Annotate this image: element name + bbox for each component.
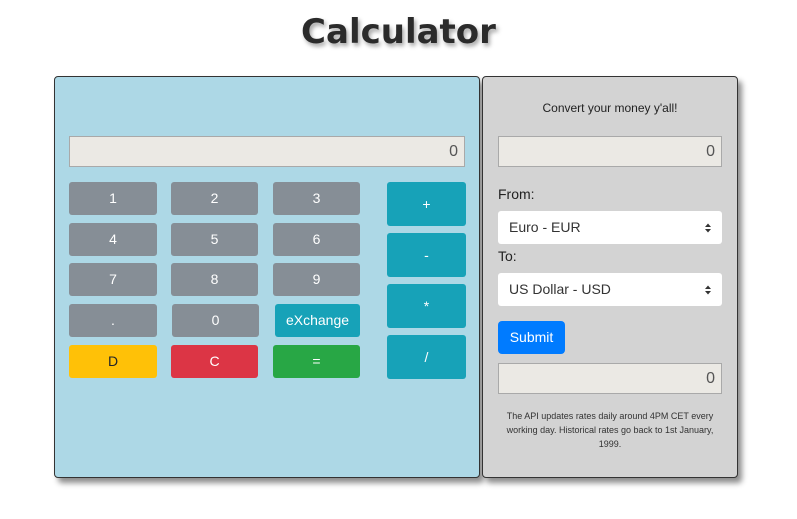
key-0[interactable]: 0 bbox=[172, 304, 259, 337]
calculator-display[interactable]: 0 bbox=[69, 136, 465, 167]
key-6[interactable]: 6 bbox=[273, 223, 360, 256]
amount-input[interactable]: 0 bbox=[498, 136, 722, 167]
equals-button[interactable]: = bbox=[273, 345, 360, 378]
key-5[interactable]: 5 bbox=[171, 223, 258, 256]
to-currency-select[interactable]: US Dollar - USD bbox=[498, 273, 722, 306]
submit-button[interactable]: Submit bbox=[498, 321, 565, 354]
divide-button[interactable]: / bbox=[387, 335, 466, 379]
to-currency-value: US Dollar - USD bbox=[509, 281, 611, 297]
from-currency-select[interactable]: Euro - EUR bbox=[498, 211, 722, 244]
clear-button[interactable]: C bbox=[171, 345, 258, 378]
page-title: Calculator bbox=[301, 12, 496, 52]
api-note: The API updates rates daily around 4PM C… bbox=[506, 411, 714, 449]
key-3[interactable]: 3 bbox=[273, 182, 360, 215]
key-dot[interactable]: . bbox=[69, 304, 157, 337]
minus-button[interactable]: - bbox=[387, 233, 466, 277]
key-2[interactable]: 2 bbox=[171, 182, 258, 215]
delete-button[interactable]: D bbox=[69, 345, 157, 378]
to-label: To: bbox=[498, 248, 517, 264]
result-output[interactable]: 0 bbox=[498, 363, 722, 394]
exchange-button[interactable]: eXchange bbox=[275, 304, 360, 337]
chevron-updown-icon bbox=[705, 285, 711, 295]
from-label: From: bbox=[498, 186, 535, 202]
key-9[interactable]: 9 bbox=[273, 263, 360, 296]
multiply-button[interactable]: * bbox=[387, 284, 466, 328]
converter-heading: Convert your money y'all! bbox=[542, 101, 678, 115]
converter-panel: Convert your money y'all! 0 From: Euro -… bbox=[482, 76, 738, 478]
chevron-updown-icon bbox=[705, 223, 711, 233]
key-4[interactable]: 4 bbox=[69, 223, 157, 256]
plus-button[interactable]: + bbox=[387, 182, 466, 226]
key-7[interactable]: 7 bbox=[69, 263, 157, 296]
key-1[interactable]: 1 bbox=[69, 182, 157, 215]
calculator-panel: 0 1 2 3 4 5 6 7 8 9 . 0 eXchange D C = +… bbox=[54, 76, 480, 478]
from-currency-value: Euro - EUR bbox=[509, 219, 581, 235]
key-8[interactable]: 8 bbox=[171, 263, 258, 296]
